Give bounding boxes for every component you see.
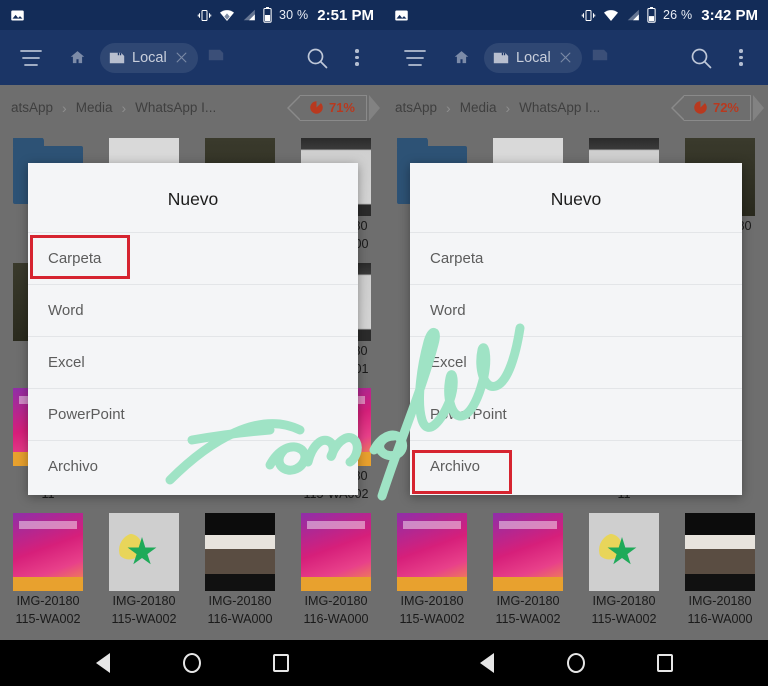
recents-square-icon[interactable] — [653, 651, 677, 675]
pane-right: 26 % 3:42 PM Local atsApp › Media › What… — [384, 0, 768, 640]
nav-bar-left — [0, 640, 384, 686]
dialog-option-powerpoint-right[interactable]: PowerPoint — [410, 388, 742, 440]
phone-screenshot-pair: 30 % 2:51 PM Local atsApp › Media › What… — [0, 0, 768, 686]
dialog-option-archivo-left[interactable]: Archivo — [28, 440, 358, 495]
home-circle-icon[interactable] — [180, 651, 204, 675]
dialog-option-archivo-right[interactable]: Archivo — [410, 440, 742, 495]
pie-chart-icon — [693, 100, 708, 115]
android-nav-bar — [0, 640, 768, 686]
storage-percent-left: 71% — [328, 100, 355, 115]
recents-square-icon[interactable] — [269, 651, 293, 675]
pane-left: 30 % 2:51 PM Local atsApp › Media › What… — [0, 0, 384, 640]
dialog-option-carpeta-left[interactable]: Carpeta — [28, 232, 358, 284]
dialog-title-right: Nuevo — [550, 189, 602, 209]
back-triangle-icon[interactable] — [475, 651, 499, 675]
dialog-title-left: Nuevo — [167, 189, 219, 209]
storage-percent-right: 72% — [712, 100, 739, 115]
back-triangle-icon[interactable] — [91, 651, 115, 675]
new-item-dialog-left: Nuevo Carpeta Word Excel PowerPoint Arch… — [28, 163, 358, 495]
new-item-dialog-right: Nuevo Carpeta Word Excel PowerPoint Arch… — [410, 163, 742, 495]
pie-chart-icon — [309, 100, 324, 115]
dialog-option-word-right[interactable]: Word — [410, 284, 742, 336]
dialog-option-word-left[interactable]: Word — [28, 284, 358, 336]
dialog-option-excel-left[interactable]: Excel — [28, 336, 358, 388]
dialog-option-excel-right[interactable]: Excel — [410, 336, 742, 388]
dialog-option-carpeta-right[interactable]: Carpeta — [410, 232, 742, 284]
home-circle-icon[interactable] — [564, 651, 588, 675]
dialog-option-powerpoint-left[interactable]: PowerPoint — [28, 388, 358, 440]
nav-bar-right — [384, 640, 768, 686]
panes-container: 30 % 2:51 PM Local atsApp › Media › What… — [0, 0, 768, 640]
